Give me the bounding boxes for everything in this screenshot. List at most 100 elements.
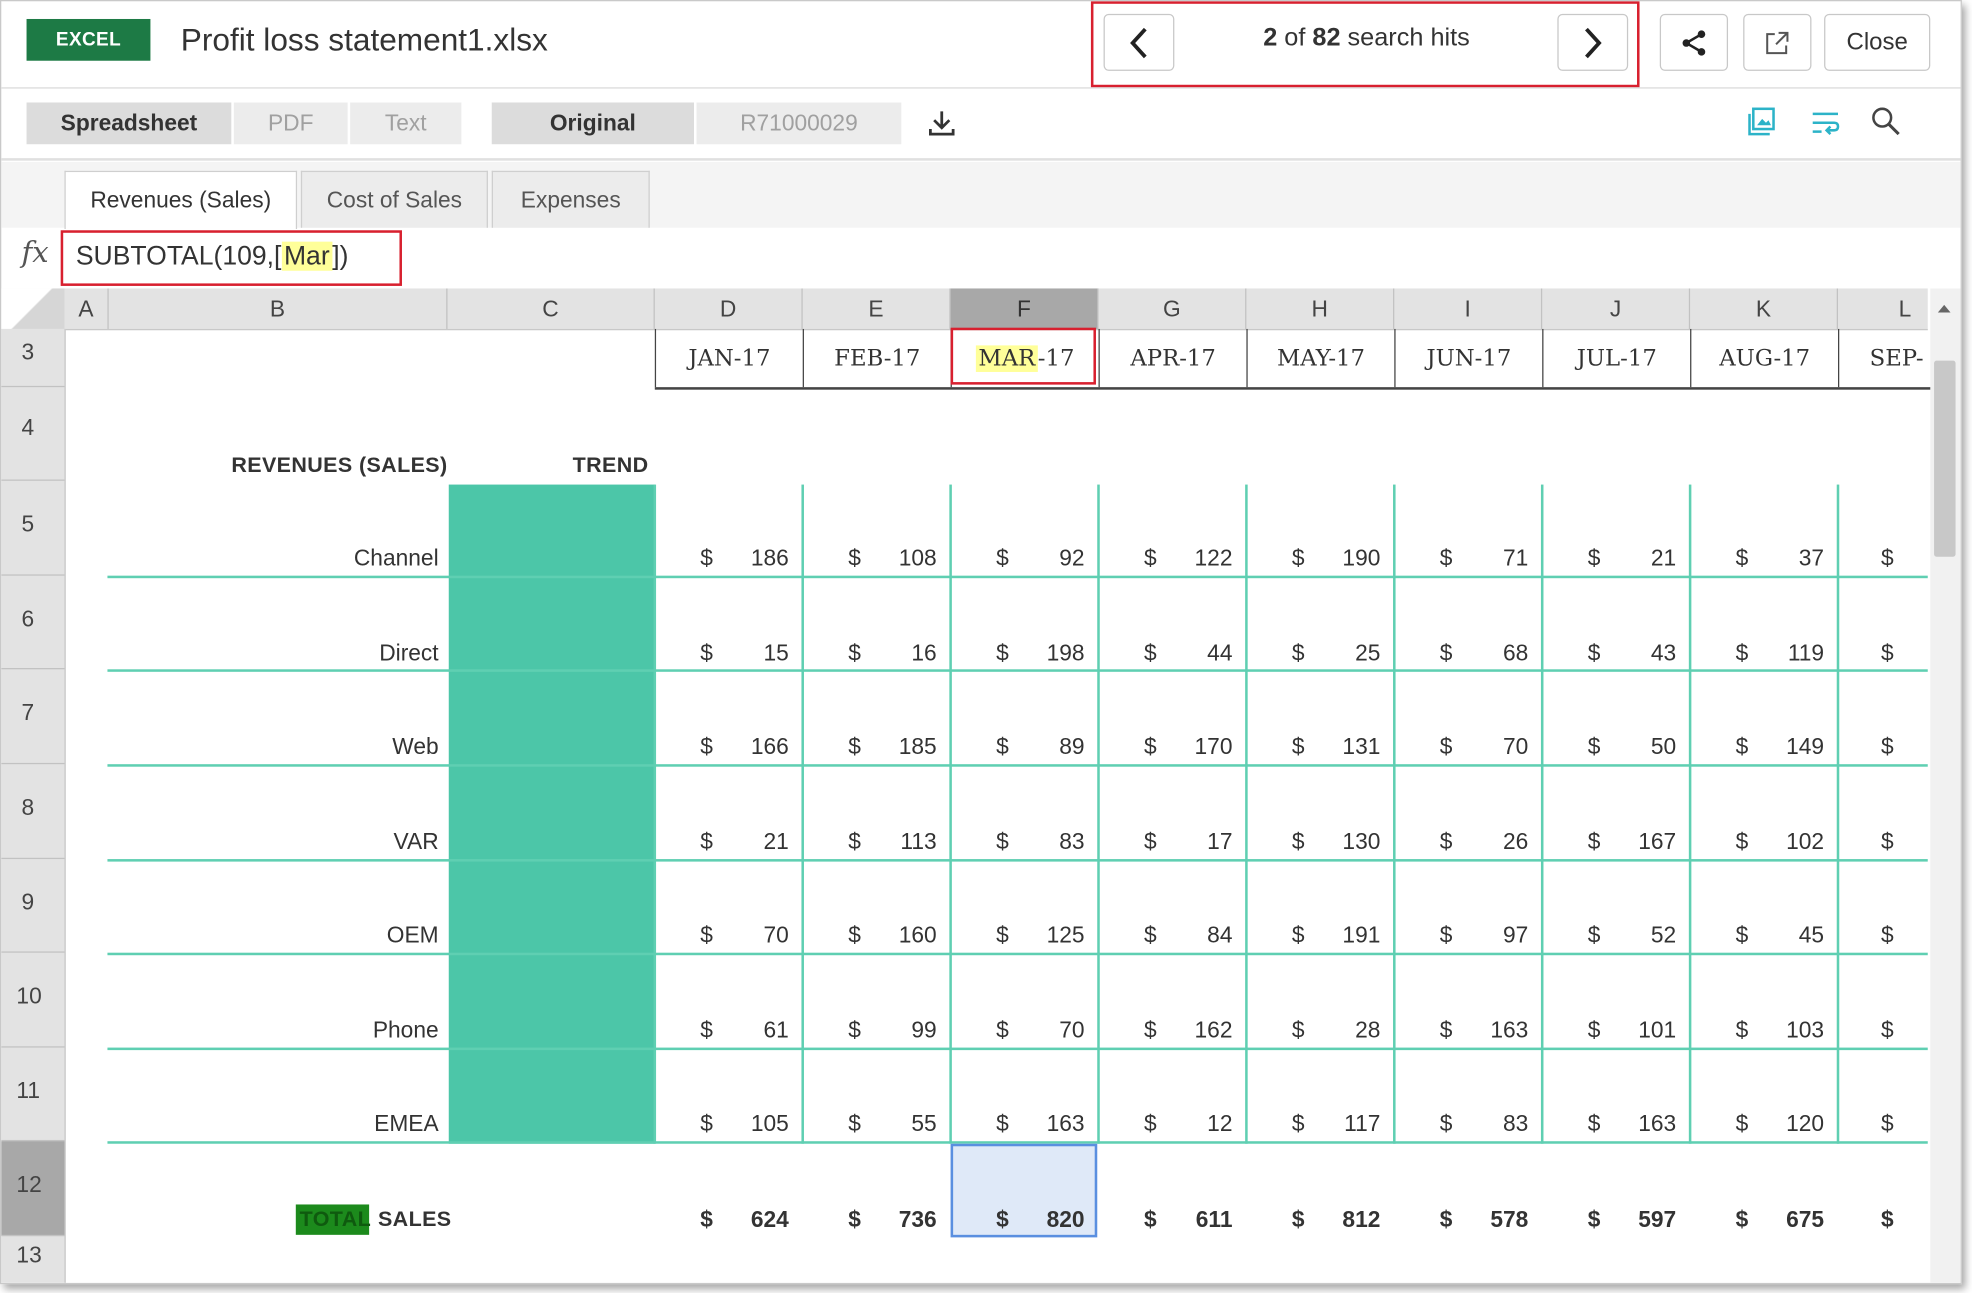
cell-value[interactable]: 89 [1009, 734, 1084, 761]
total-value[interactable]: 578 [1452, 1207, 1528, 1234]
row-label[interactable]: EMEA [107, 1111, 438, 1138]
cell-value[interactable]: 122 [1157, 545, 1233, 572]
cell-value[interactable]: 101 [1600, 1017, 1676, 1044]
month-cell[interactable]: JUN-17 [1394, 328, 1542, 388]
total-value[interactable]: 812 [1305, 1207, 1380, 1234]
share-button[interactable] [1659, 13, 1729, 71]
cell-value[interactable]: 55 [861, 1111, 936, 1138]
row-header[interactable]: 9 [1, 859, 65, 953]
cell-value[interactable]: 70 [713, 922, 788, 949]
row-header-selected[interactable]: 12 [1, 1141, 65, 1237]
cell-value[interactable]: 21 [1600, 545, 1676, 572]
cell-value[interactable]: 21 [713, 829, 788, 856]
row-header[interactable]: 11 [1, 1048, 65, 1142]
row-header[interactable]: 5 [1, 481, 65, 576]
cell-value[interactable]: 25 [1305, 640, 1380, 667]
download-icon[interactable] [927, 108, 957, 145]
column-header[interactable]: C [447, 288, 655, 329]
total-value[interactable]: 736 [861, 1207, 937, 1234]
version-original-button[interactable]: Original [491, 102, 694, 145]
cell-value[interactable]: 170 [1157, 734, 1233, 761]
total-value[interactable]: 611 [1157, 1207, 1233, 1234]
cell-value[interactable]: 119 [1748, 640, 1824, 667]
cell-value[interactable]: 163 [1009, 1111, 1085, 1138]
row-label[interactable]: Phone [107, 1017, 439, 1044]
scrollbar-thumb[interactable] [1934, 360, 1956, 557]
column-header-selected[interactable]: F [950, 288, 1099, 329]
cell-value[interactable]: 83 [1009, 829, 1084, 856]
view-text-button[interactable]: Text [350, 102, 462, 145]
cell-value[interactable]: 28 [1305, 1017, 1380, 1044]
column-header[interactable]: H [1246, 288, 1395, 329]
cell-value[interactable]: 70 [1009, 1017, 1084, 1044]
view-pdf-button[interactable]: PDF [233, 102, 348, 145]
month-cell[interactable]: FEB-17 [802, 328, 951, 388]
formula-text[interactable]: SUBTOTAL(109,[Mar]) [76, 241, 348, 272]
cell-value[interactable]: 186 [713, 545, 789, 572]
cell-value[interactable]: 43 [1600, 640, 1676, 667]
cell-value[interactable]: 190 [1305, 545, 1380, 572]
column-header[interactable]: E [803, 288, 951, 329]
row-header[interactable]: 6 [1, 576, 65, 670]
total-value[interactable]: 624 [713, 1207, 789, 1234]
cell-value[interactable]: 70 [1452, 734, 1528, 761]
scroll-up-icon[interactable] [1937, 297, 1952, 320]
next-hit-button[interactable] [1557, 13, 1629, 71]
cell-value[interactable]: 117 [1305, 1111, 1380, 1138]
cell-value[interactable]: 108 [861, 545, 937, 572]
column-header[interactable]: A [64, 288, 109, 329]
cell-value[interactable]: 17 [1157, 829, 1232, 856]
row-label[interactable]: Channel [107, 545, 439, 572]
column-header[interactable]: K [1690, 288, 1839, 329]
month-cell[interactable]: SEP- [1838, 328, 1930, 388]
cell-value[interactable]: 12 [1157, 1111, 1232, 1138]
month-cell[interactable]: AUG-17 [1690, 328, 1838, 388]
cell-value[interactable]: 163 [1600, 1111, 1676, 1138]
cell-value[interactable]: 185 [861, 734, 937, 761]
total-value[interactable]: 675 [1748, 1207, 1824, 1234]
month-cell[interactable]: JUL-17 [1542, 328, 1690, 388]
cell-value[interactable]: 15 [713, 640, 788, 667]
month-cell[interactable]: MAY-17 [1246, 328, 1394, 388]
cell-value[interactable]: 125 [1009, 922, 1085, 949]
cell-value[interactable]: 50 [1600, 734, 1676, 761]
cell-value[interactable]: 102 [1748, 829, 1824, 856]
row-header[interactable]: 13 [1, 1236, 64, 1283]
cell-value[interactable]: 44 [1157, 640, 1232, 667]
cell-value[interactable]: 52 [1600, 922, 1676, 949]
row-label[interactable]: Direct [107, 640, 438, 667]
cell-value[interactable]: 120 [1748, 1111, 1824, 1138]
cell-value[interactable]: 68 [1452, 640, 1528, 667]
cell-value[interactable]: 198 [1009, 640, 1085, 667]
cell-value[interactable]: 99 [861, 1017, 936, 1044]
cell-value[interactable]: 166 [713, 734, 789, 761]
view-spreadsheet-button[interactable]: Spreadsheet [26, 102, 232, 145]
row-header[interactable]: 8 [1, 764, 65, 860]
month-cell[interactable]: APR-17 [1098, 328, 1247, 388]
cell-value[interactable]: 113 [861, 829, 936, 856]
column-header[interactable]: J [1542, 288, 1691, 329]
row-label[interactable]: OEM [107, 922, 439, 949]
close-button[interactable]: Close [1824, 13, 1931, 71]
month-cell[interactable]: JAN-17 [654, 328, 803, 388]
thumbnail-view-icon[interactable] [1747, 106, 1777, 143]
cell-value[interactable]: 61 [713, 1017, 788, 1044]
row-header[interactable]: 4 [1, 387, 65, 481]
cell-value[interactable]: 162 [1157, 1017, 1233, 1044]
wrap-text-icon[interactable] [1810, 108, 1840, 145]
row-header[interactable]: 7 [1, 669, 65, 765]
column-header[interactable]: G [1099, 288, 1247, 329]
cell-value[interactable]: 26 [1452, 829, 1528, 856]
cell-value[interactable]: 130 [1305, 829, 1380, 856]
cell-value[interactable]: 83 [1452, 1111, 1528, 1138]
cell-value[interactable]: 163 [1452, 1017, 1528, 1044]
cell-value[interactable]: 71 [1452, 545, 1528, 572]
total-value[interactable]: 597 [1600, 1207, 1676, 1234]
row-header[interactable]: 3 [1, 329, 65, 388]
cell-value[interactable]: 97 [1452, 922, 1528, 949]
tab-cost-of-sales[interactable]: Cost of Sales [300, 170, 488, 228]
cell-value[interactable]: 37 [1748, 545, 1824, 572]
tab-revenues-sales[interactable]: Revenues (Sales) [64, 170, 298, 230]
column-header[interactable]: B [109, 288, 448, 329]
total-value[interactable]: 820 [1009, 1207, 1085, 1234]
